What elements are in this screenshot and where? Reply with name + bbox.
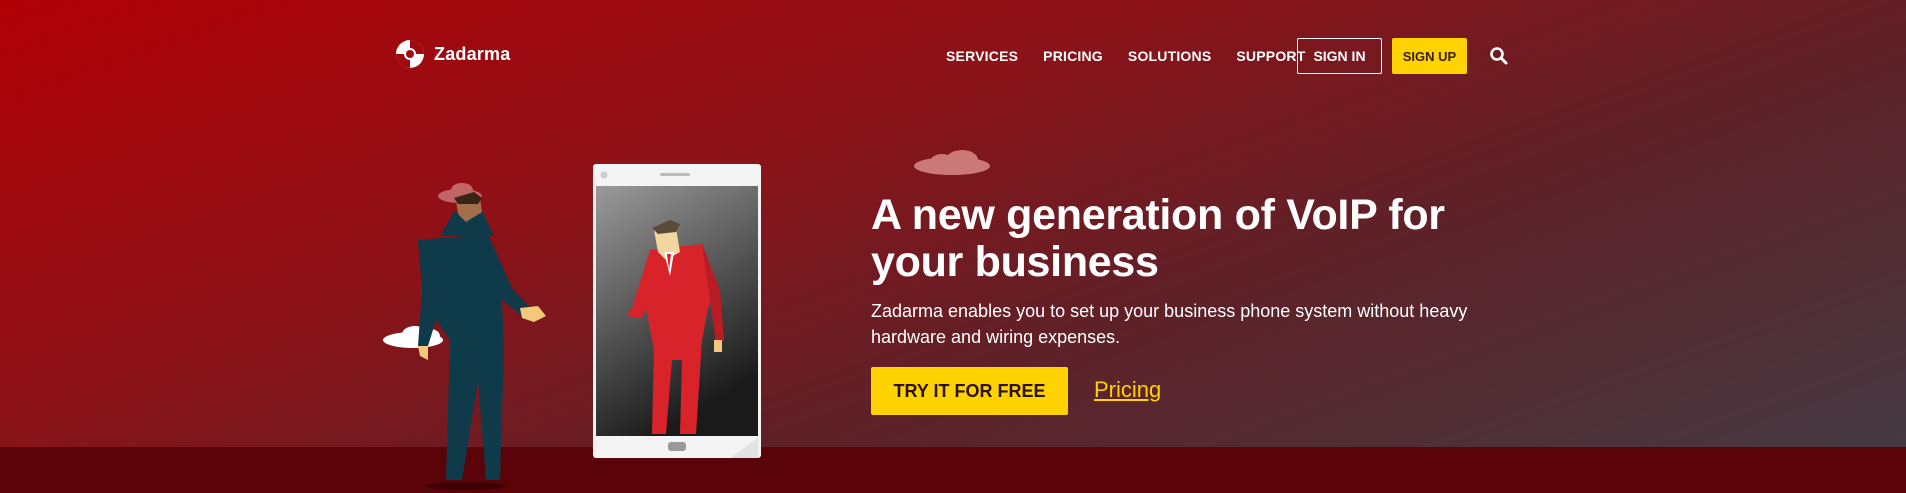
- pricing-link[interactable]: Pricing: [1094, 377, 1161, 403]
- hero-title: A new generation of VoIP for your busine…: [871, 191, 1445, 286]
- hero-section: A new generation of VoIP for your busine…: [871, 192, 1511, 350]
- floor-strip: [0, 447, 1906, 493]
- nav-support[interactable]: SUPPORT: [1236, 48, 1305, 64]
- cloud-icon: [914, 150, 990, 175]
- zadarma-logo-icon: [396, 40, 424, 68]
- cloud-icon: [383, 326, 443, 348]
- logo[interactable]: Zadarma: [394, 38, 510, 70]
- site-header: Zadarma SERVICES PRICING SOLUTIONS SUPPO…: [0, 0, 1906, 110]
- main-nav: SERVICES PRICING SOLUTIONS SUPPORT: [946, 48, 1305, 64]
- logo-text: Zadarma: [434, 43, 511, 64]
- try-free-button[interactable]: TRY IT FOR FREE: [871, 367, 1068, 415]
- hero-subtitle: Zadarma enables you to set up your busin…: [871, 301, 1468, 347]
- handshake-illustration: [383, 164, 761, 490]
- search-icon[interactable]: [1489, 46, 1509, 66]
- sign-up-button[interactable]: SIGN UP: [1392, 38, 1467, 74]
- nav-solutions[interactable]: SOLUTIONS: [1128, 48, 1211, 64]
- nav-services[interactable]: SERVICES: [946, 48, 1018, 64]
- nav-pricing[interactable]: PRICING: [1043, 48, 1103, 64]
- sign-in-button[interactable]: SIGN IN: [1297, 38, 1382, 74]
